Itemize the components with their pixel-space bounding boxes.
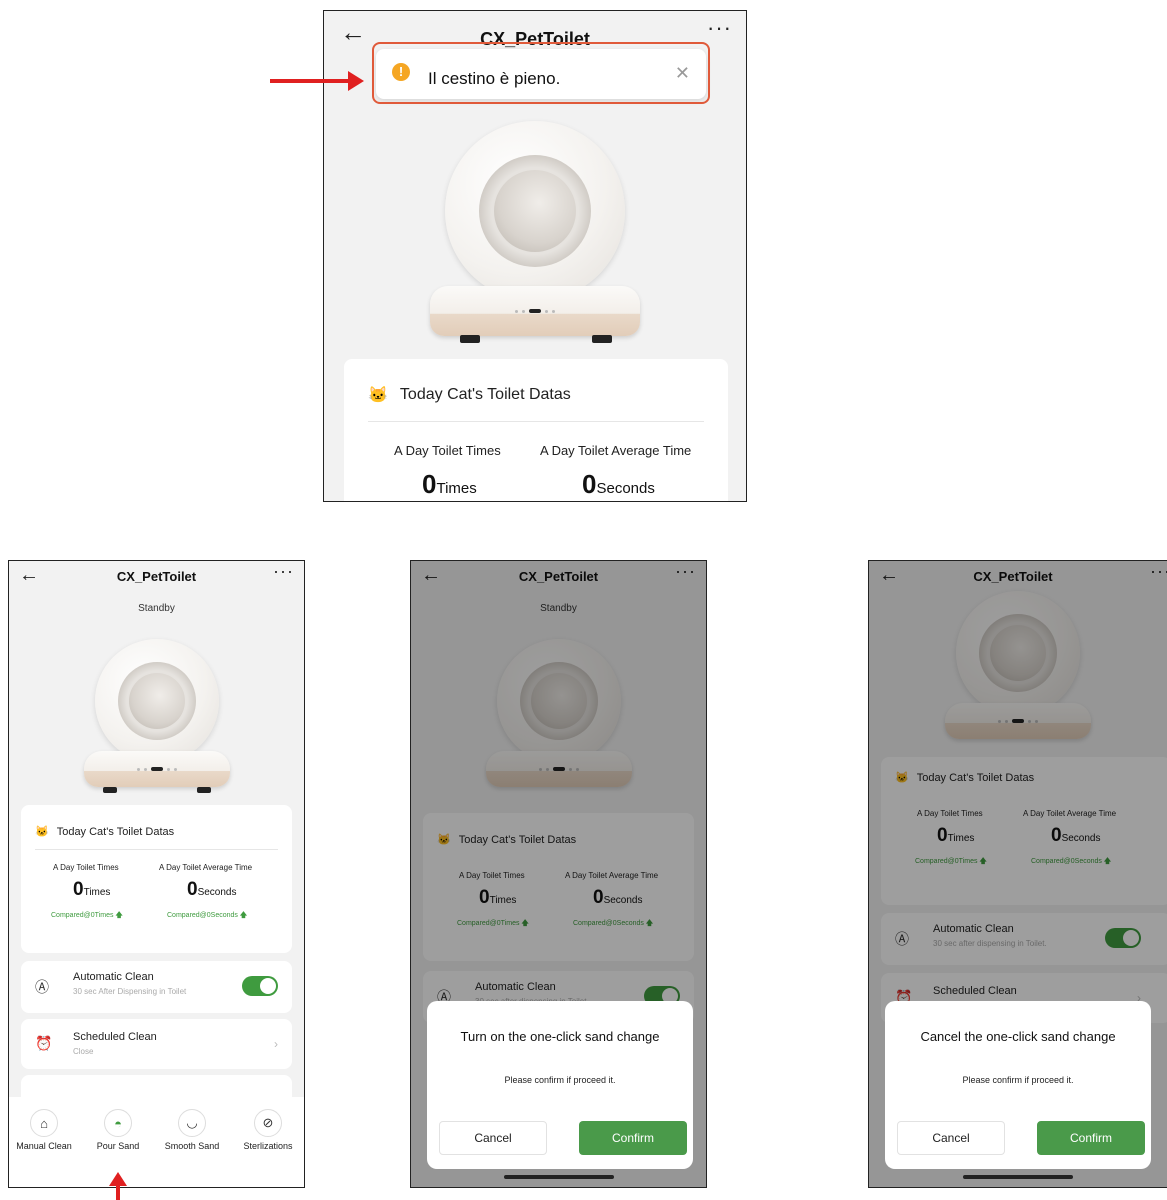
avg-value: 0Seconds [187,879,237,900]
more-dots-icon[interactable]: ··· [707,15,732,41]
broom-icon: ⌂ [30,1109,58,1137]
page-title: CX_PetToilet [116,569,197,584]
cancel-button[interactable]: Cancel [439,1121,547,1155]
alarm-clock-icon: ⏰ [35,1035,53,1051]
confirm-dialog: Cancel the one-click sand change Please … [885,1001,1151,1169]
card-title: Today Cat's Toilet Datas [399,386,571,403]
home-indicator [503,1175,614,1179]
action-bar: ⌂ Manual Clean ◓ Pour Sand ◡ Smooth Sand… [9,1097,304,1187]
divider [35,849,278,850]
scheduled-clean-row[interactable]: ⏰ Scheduled Clean Close › [21,1019,292,1069]
avg-label: A Day Toilet Average Time [540,443,692,458]
auto-clean-icon: Ⓐ [35,979,49,995]
dialog-message: Please confirm if proceed it. [962,1075,1074,1085]
divider [368,421,704,422]
home-indicator [963,1175,1073,1179]
toast-highlight-box [372,42,710,104]
confirm-dialog: Turn on the one-click sand change Please… [427,1001,693,1169]
sterilizations-button[interactable]: ⊘ Sterlizations [233,1109,303,1151]
avg-value: 0Seconds [582,469,655,499]
toilet-stats-card: 🐱 Today Cat's Toilet Datas A Day Toilet … [21,805,292,953]
sand-pour-icon: ◓ [104,1109,132,1137]
times-label: A Day Toilet Times [53,863,119,872]
screen-dialog-on: ← CX_PetToilet ··· Standby 🐱 Today Cat's… [410,560,707,1188]
confirm-button[interactable]: Confirm [579,1121,687,1155]
auto-clean-row: Ⓐ Automatic Clean 30 sec After Dispensin… [21,961,292,1013]
pour-sand-button[interactable]: ◓ Pour Sand [83,1109,153,1151]
screen-toast-zoom: ← CX_PetToilet ··· ! Il cestino è pieno.… [323,10,747,502]
app-header: ← CX_PetToilet ··· [9,561,304,601]
avg-label: A Day Toilet Average Time [159,863,253,872]
dialog-title: Turn on the one-click sand change [460,1029,660,1044]
screen-main: ← CX_PetToilet ··· Standby 🐱 Today Cat's… [8,560,305,1188]
dialog-message: Please confirm if proceed it. [504,1075,616,1085]
times-compared: Compared@0Times 🡅 [51,912,123,919]
annotation-arrow-up [109,1172,127,1200]
smooth-sand-icon: ◡ [178,1109,206,1137]
manual-clean-button[interactable]: ⌂ Manual Clean [9,1109,79,1151]
auto-clean-title: Automatic Clean [73,971,154,983]
times-value: 0Times [73,879,111,900]
dialog-title: Cancel the one-click sand change [920,1029,1116,1044]
chevron-right-icon: › [274,1037,278,1051]
smooth-sand-button[interactable]: ◡ Smooth Sand [157,1109,227,1151]
screen-dialog-cancel: ← CX_PetToilet ··· 🐱 Today Cat's Toilet … [868,560,1167,1188]
sterilize-icon: ⊘ [254,1109,282,1137]
cat-icon: 🐱 [368,387,388,404]
times-label: A Day Toilet Times [394,443,501,458]
auto-clean-subtitle: 30 sec After Dispensing in Toilet [73,987,187,996]
litter-box-image [9,639,304,799]
more-dots-icon[interactable]: ··· [273,561,294,582]
auto-clean-toggle[interactable] [242,976,278,996]
litter-box-image [324,121,746,361]
scheduled-clean-title: Scheduled Clean [73,1031,157,1043]
cat-icon: 🐱 [35,826,49,838]
scheduled-clean-subtitle: Close [73,1047,94,1056]
times-value: 0Times [422,469,477,499]
card-title: Today Cat's Toilet Datas [56,825,175,838]
toilet-stats-card: 🐱 Today Cat's Toilet Datas A Day Toilet … [344,359,728,501]
avg-compared: Compared@0Seconds 🡅 [167,912,248,919]
status-text: Standby [138,603,175,614]
annotation-arrow-right [270,71,364,91]
confirm-button[interactable]: Confirm [1037,1121,1145,1155]
cancel-button[interactable]: Cancel [897,1121,1005,1155]
